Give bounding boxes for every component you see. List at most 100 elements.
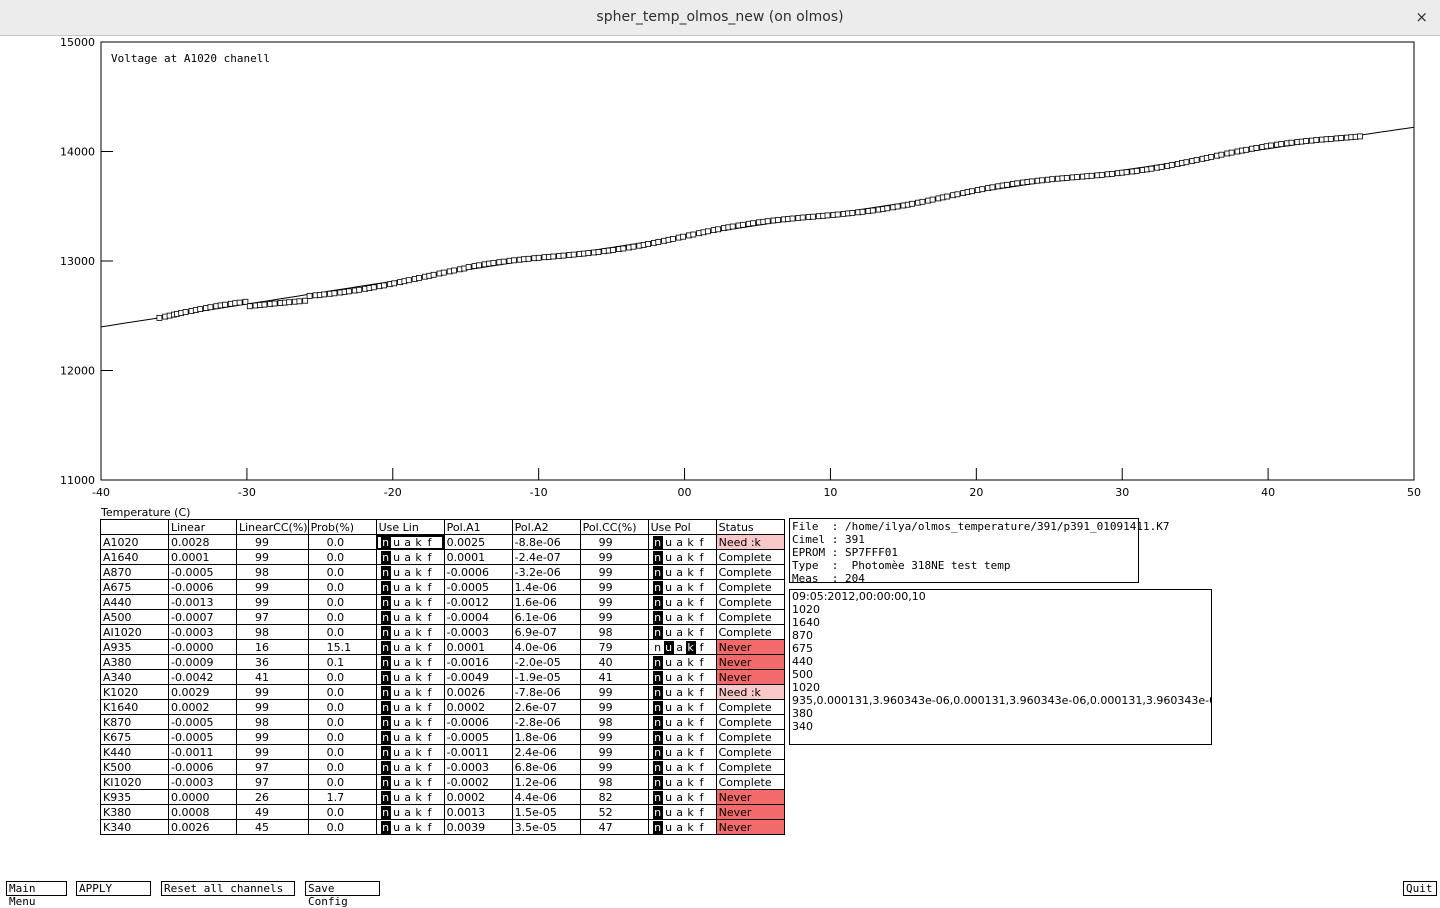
use-lin-option-k[interactable]: k xyxy=(414,791,424,804)
use-pol-option-a[interactable]: a xyxy=(675,626,685,639)
use-lin-option-selector[interactable]: nuakf xyxy=(375,699,445,715)
use-lin-option-u[interactable]: u xyxy=(392,701,402,714)
use-pol-option-u[interactable]: u xyxy=(664,611,674,624)
use-pol-option-selector[interactable]: nuakf xyxy=(647,624,717,640)
use-pol-option-k[interactable]: k xyxy=(686,821,696,834)
use-pol-option-k[interactable]: k xyxy=(686,791,696,804)
use-lin-option-f[interactable]: f xyxy=(425,806,435,819)
use-lin-option-selector[interactable]: nuakf xyxy=(375,819,445,835)
save-config-button[interactable]: Save Config xyxy=(305,881,380,908)
use-lin-option-u[interactable]: u xyxy=(392,821,402,834)
use-lin-option-selector[interactable]: nuakf xyxy=(375,564,445,580)
use-lin-option-a[interactable]: a xyxy=(403,626,413,639)
use-pol-option-selector[interactable]: nuakf xyxy=(647,549,717,565)
use-lin-option-selector[interactable]: nuakf xyxy=(375,579,445,595)
use-pol-option-a[interactable]: a xyxy=(675,596,685,609)
use-pol-option-n[interactable]: n xyxy=(652,535,663,549)
use-lin-option-n[interactable]: n xyxy=(380,565,391,579)
use-pol-option-f[interactable]: f xyxy=(697,716,707,729)
use-lin-option-selector[interactable]: nuakf xyxy=(375,594,445,610)
use-lin-option-u[interactable]: u xyxy=(392,566,402,579)
use-pol-option-u[interactable]: u xyxy=(664,566,674,579)
use-pol-option-k[interactable]: k xyxy=(686,701,696,714)
use-pol-option-selector[interactable]: nuakf xyxy=(647,774,717,790)
use-pol-option-selector[interactable]: nuakf xyxy=(647,699,717,715)
use-pol-option-n[interactable]: n xyxy=(652,655,663,669)
quit-button[interactable]: Quit xyxy=(1403,881,1437,896)
use-lin-option-n[interactable]: n xyxy=(380,715,391,729)
use-pol-option-n[interactable]: n xyxy=(652,820,663,834)
use-pol-option-f[interactable]: f xyxy=(697,611,707,624)
use-lin-option-n[interactable]: n xyxy=(380,625,391,639)
use-lin-option-k[interactable]: k xyxy=(414,611,424,624)
use-lin-option-k[interactable]: k xyxy=(414,581,424,594)
main-menu-button[interactable]: Main Menu xyxy=(6,881,67,908)
use-lin-option-n[interactable]: n xyxy=(380,760,391,774)
use-lin-option-u[interactable]: u xyxy=(392,731,402,744)
use-pol-option-selector[interactable]: nuakf xyxy=(647,594,717,610)
use-pol-option-selector[interactable]: nuakf xyxy=(647,744,717,760)
use-pol-option-selector[interactable]: nuakf xyxy=(647,609,717,625)
use-pol-option-selector[interactable]: nuakf xyxy=(647,714,717,730)
use-pol-option-selector[interactable]: nuakf xyxy=(647,654,717,670)
use-pol-option-a[interactable]: a xyxy=(675,641,685,654)
use-lin-option-f[interactable]: f xyxy=(425,686,435,699)
use-lin-option-selector[interactable]: nuakf xyxy=(375,624,445,640)
use-lin-option-u[interactable]: u xyxy=(392,641,402,654)
use-lin-option-selector[interactable]: nuakf xyxy=(375,759,445,775)
use-lin-option-u[interactable]: u xyxy=(392,686,402,699)
use-lin-option-a[interactable]: a xyxy=(403,731,413,744)
use-pol-option-n[interactable]: n xyxy=(652,610,663,624)
use-pol-option-k[interactable]: k xyxy=(686,626,696,639)
use-pol-option-n[interactable]: n xyxy=(652,775,663,789)
use-pol-option-selector[interactable]: nuakf xyxy=(647,639,717,655)
use-lin-option-n[interactable]: n xyxy=(380,670,391,684)
use-pol-option-k[interactable]: k xyxy=(686,551,696,564)
use-lin-option-selector[interactable]: nuakf xyxy=(375,774,445,790)
use-pol-option-k[interactable]: k xyxy=(686,731,696,744)
use-pol-option-n[interactable]: n xyxy=(652,700,663,714)
use-lin-option-k[interactable]: k xyxy=(414,536,424,549)
use-pol-option-k[interactable]: k xyxy=(686,806,696,819)
use-lin-option-selector[interactable]: nuakf xyxy=(375,729,445,745)
use-pol-option-u[interactable]: u xyxy=(664,746,674,759)
use-pol-option-selector[interactable]: nuakf xyxy=(647,684,717,700)
use-lin-option-n[interactable]: n xyxy=(380,655,391,669)
use-pol-option-u[interactable]: u xyxy=(664,761,674,774)
use-pol-option-k[interactable]: k xyxy=(686,536,696,549)
use-lin-option-k[interactable]: k xyxy=(414,566,424,579)
use-pol-option-n[interactable]: n xyxy=(652,580,663,594)
use-lin-option-u[interactable]: u xyxy=(392,596,402,609)
use-lin-option-a[interactable]: a xyxy=(403,551,413,564)
use-lin-option-a[interactable]: a xyxy=(403,701,413,714)
use-lin-option-selector[interactable]: nuakf xyxy=(375,639,445,655)
use-pol-option-n[interactable]: n xyxy=(652,685,663,699)
use-lin-option-k[interactable]: k xyxy=(414,701,424,714)
use-pol-option-f[interactable]: f xyxy=(697,731,707,744)
use-lin-option-k[interactable]: k xyxy=(414,746,424,759)
use-lin-option-selector[interactable]: nuakf xyxy=(375,669,445,685)
use-lin-option-k[interactable]: k xyxy=(414,641,424,654)
use-lin-option-f[interactable]: f xyxy=(425,671,435,684)
use-pol-option-selector[interactable]: nuakf xyxy=(647,564,717,580)
close-icon[interactable]: × xyxy=(1415,8,1428,26)
use-lin-option-a[interactable]: a xyxy=(403,716,413,729)
use-pol-option-f[interactable]: f xyxy=(697,581,707,594)
use-pol-option-k[interactable]: k xyxy=(686,746,696,759)
use-pol-option-selector[interactable]: nuakf xyxy=(647,804,717,820)
use-lin-option-f[interactable]: f xyxy=(425,611,435,624)
use-lin-option-selector[interactable]: nuakf xyxy=(375,654,445,670)
use-lin-option-n[interactable]: n xyxy=(380,745,391,759)
use-lin-option-f[interactable]: f xyxy=(425,536,435,549)
use-pol-option-u[interactable]: u xyxy=(664,596,674,609)
use-lin-option-f[interactable]: f xyxy=(425,746,435,759)
use-pol-option-f[interactable]: f xyxy=(697,776,707,789)
use-pol-option-f[interactable]: f xyxy=(697,701,707,714)
use-lin-option-u[interactable]: u xyxy=(392,551,402,564)
config-text-area[interactable]: 09:05:2012,00:00:00,10 1020 1640 870 675 440 5… xyxy=(789,589,1212,745)
use-lin-option-u[interactable]: u xyxy=(392,761,402,774)
use-lin-option-a[interactable]: a xyxy=(403,806,413,819)
use-lin-option-n[interactable]: n xyxy=(380,790,391,804)
use-lin-option-k[interactable]: k xyxy=(414,716,424,729)
use-pol-option-a[interactable]: a xyxy=(675,716,685,729)
